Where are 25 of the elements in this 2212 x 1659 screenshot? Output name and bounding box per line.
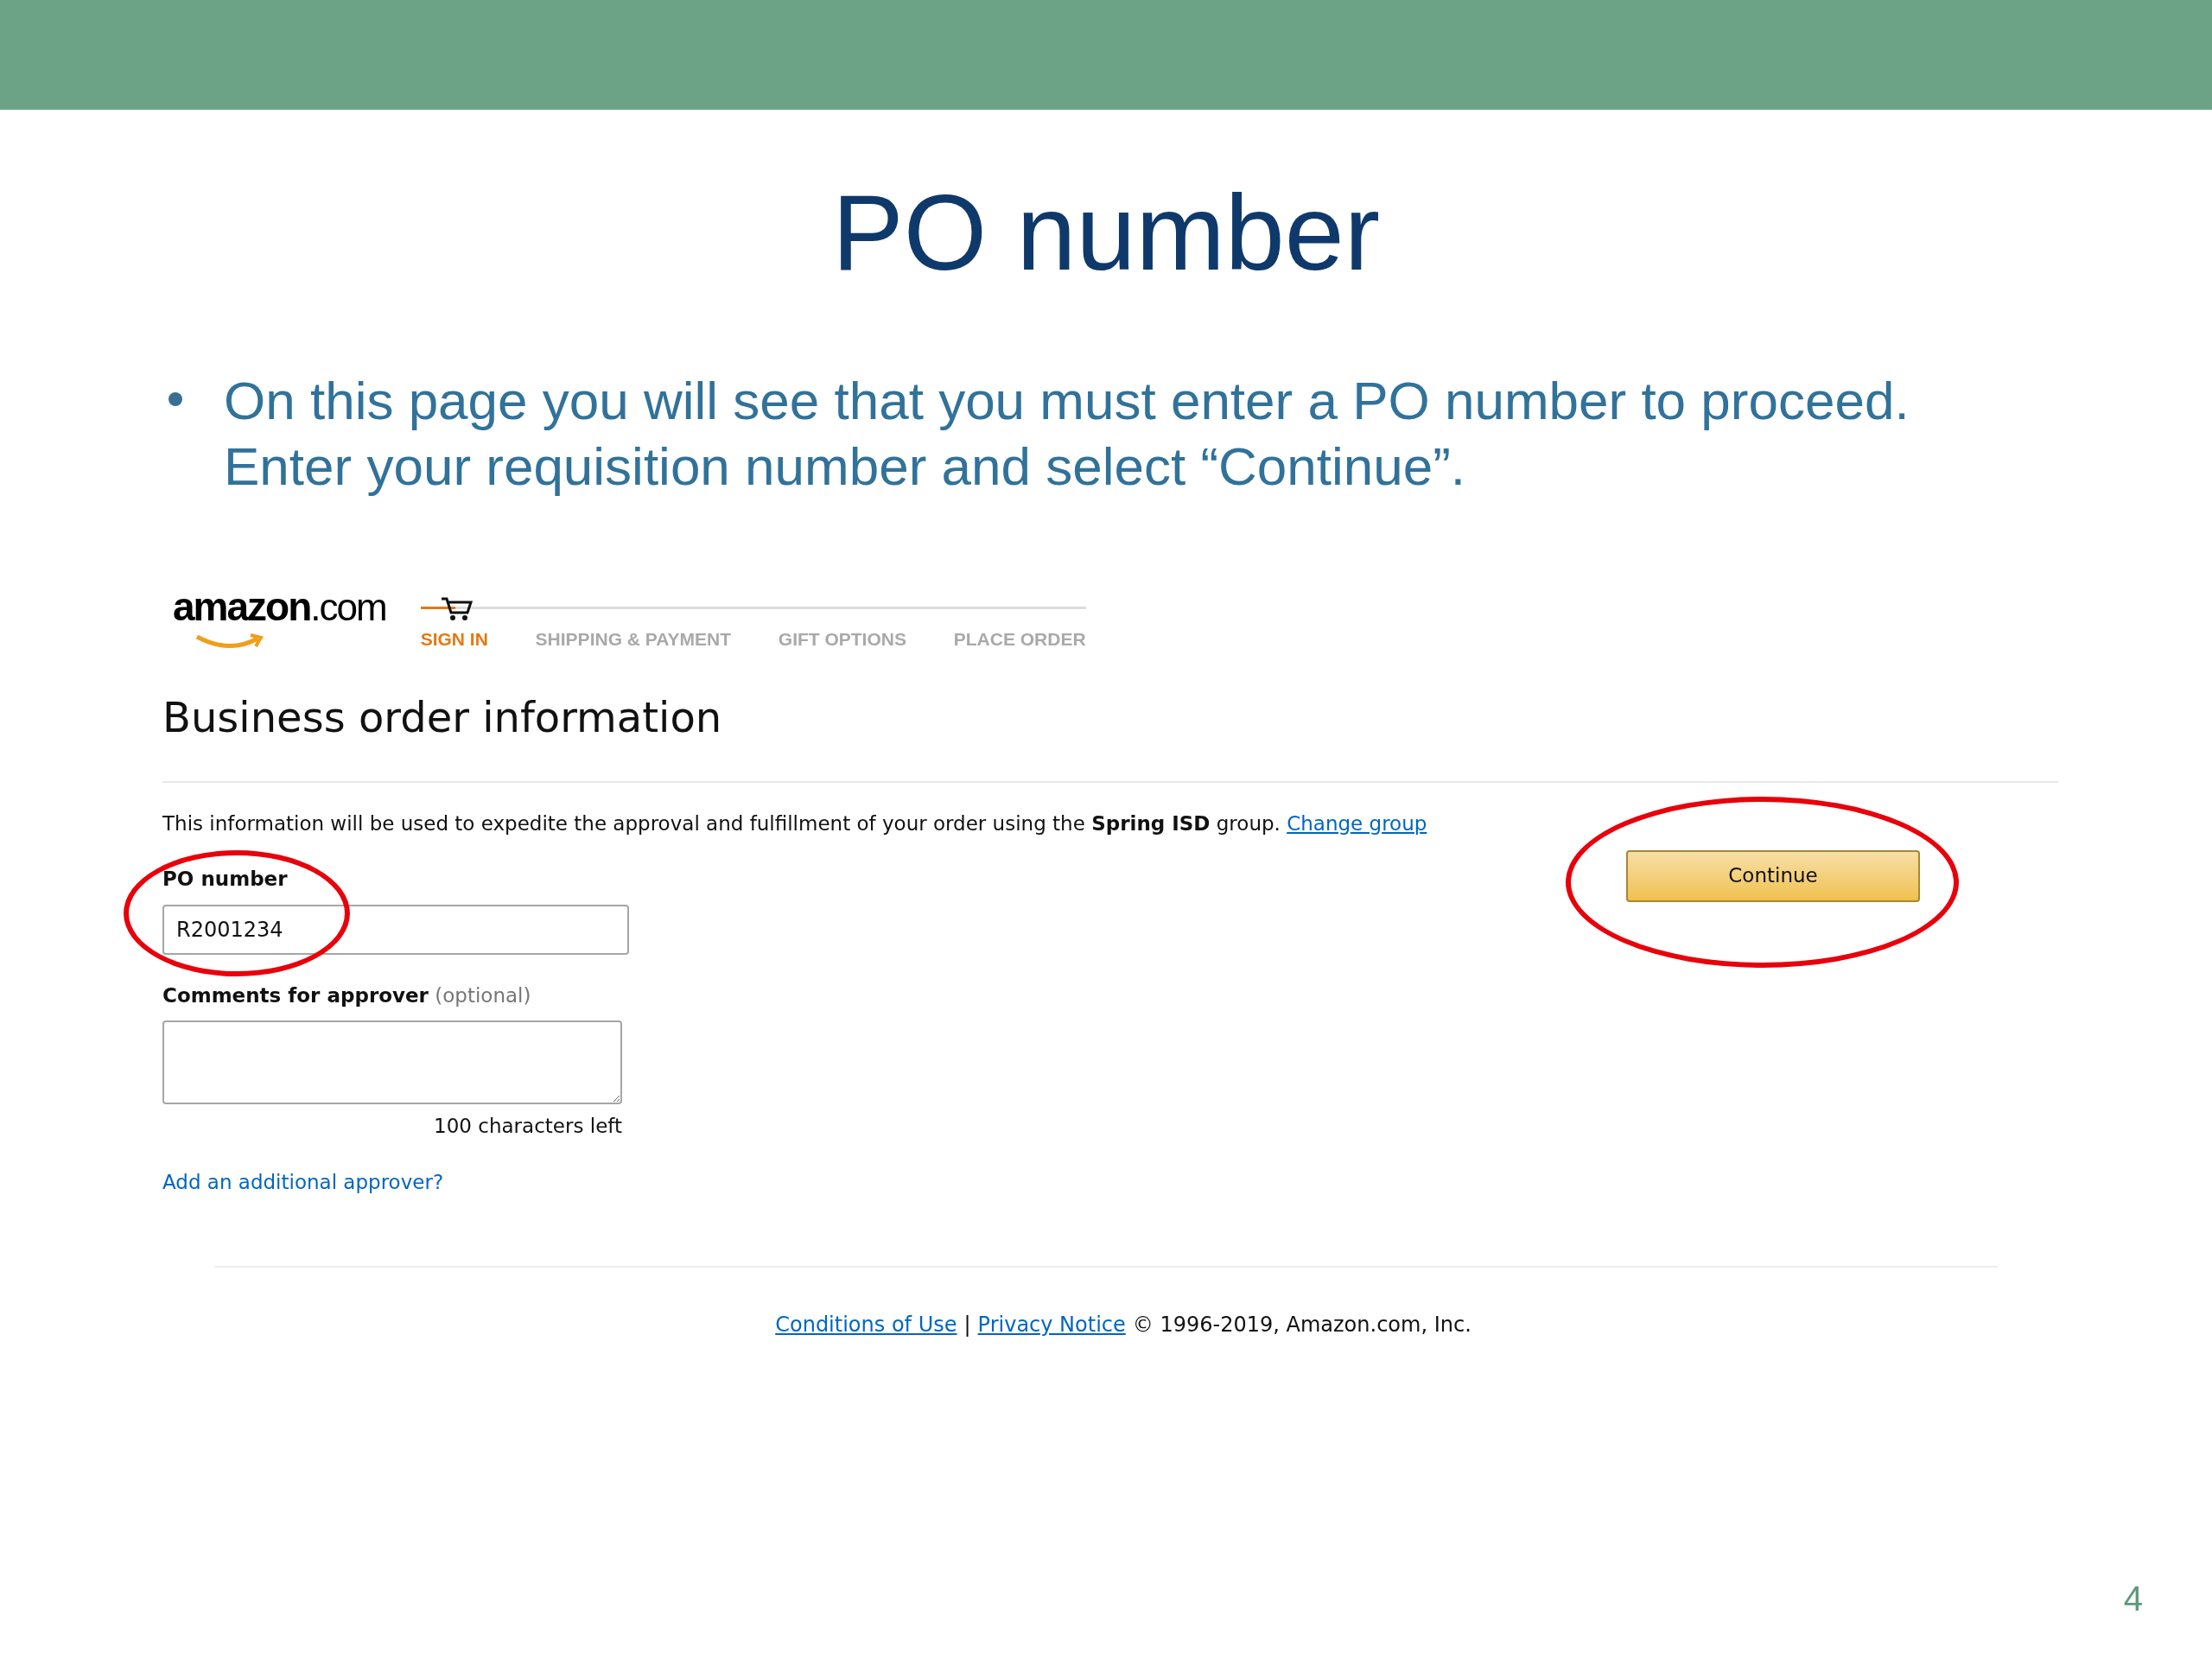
info-text: This information will be used to expedite the approval and fulfillment of your order using the Spring ISD group. Change group <box>162 810 1427 836</box>
checkout-step: SHIPPING & PAYMENT <box>535 626 731 653</box>
copyright-text: © 1996-2019, Amazon.com, Inc. <box>1132 1312 1471 1338</box>
po-number-field[interactable]: R2001234 <box>162 904 629 955</box>
section-heading: Business order information <box>162 696 723 738</box>
slide-title: PO number <box>831 179 1380 286</box>
checkout-step: SIGN IN <box>420 626 488 653</box>
amazon-logo: amazon.com <box>162 577 386 652</box>
bullet-icon <box>168 392 182 406</box>
change-group-link[interactable]: Change group <box>1287 811 1427 835</box>
page-number: 4 <box>2123 1579 2143 1619</box>
add-approver-link[interactable]: Add an additional approver? <box>162 1166 1427 1197</box>
character-counter: 100 characters left <box>433 1114 622 1139</box>
comments-field[interactable] <box>162 1020 622 1104</box>
bullet-text: On this page you will see that you must enter a PO number to proceed. Enter your requisition number and select “Continue”. <box>224 370 1910 498</box>
footer-link[interactable]: Conditions of Use <box>775 1309 957 1340</box>
progress-fill <box>420 607 455 609</box>
checkout-step: GIFT OPTIONS <box>778 626 906 653</box>
checkout-step: PLACE ORDER <box>953 626 1086 653</box>
po-number-label: PO number <box>162 867 289 892</box>
comments-label: Comments for approver (optional) <box>162 982 532 1008</box>
footer-link[interactable]: Privacy Notice <box>977 1309 1126 1340</box>
footer-separator: | <box>963 1312 971 1338</box>
cart-icon <box>439 596 474 622</box>
continue-button[interactable]: Continue <box>1626 849 1920 902</box>
